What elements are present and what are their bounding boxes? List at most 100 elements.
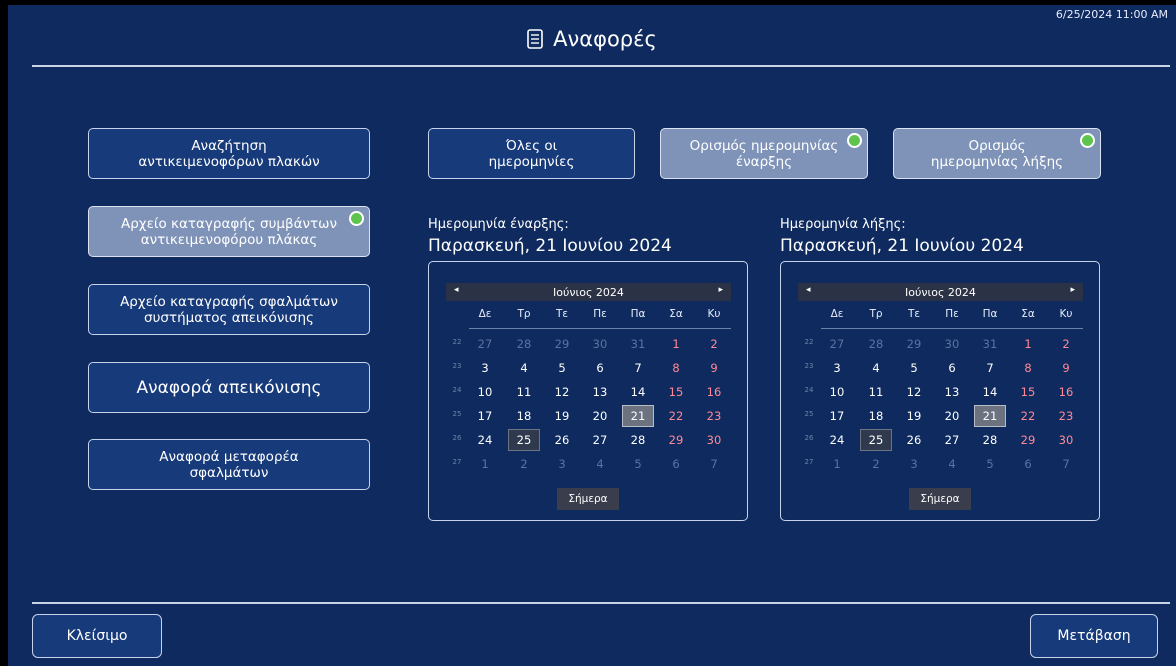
calendar-day[interactable]: 8 xyxy=(1012,357,1044,379)
sidebar-item-slide-search[interactable]: Αναζήτηση αντικειμενοφόρων πλακών xyxy=(88,128,370,179)
calendar-day[interactable]: 27 xyxy=(821,333,853,355)
prev-month-icon[interactable]: ◂ xyxy=(454,285,459,295)
next-month-icon[interactable]: ▸ xyxy=(1070,285,1075,295)
calendar-day[interactable]: 19 xyxy=(898,405,930,427)
calendar-day[interactable]: 12 xyxy=(546,381,578,403)
next-month-icon[interactable]: ▸ xyxy=(718,285,723,295)
calendar-day[interactable]: 8 xyxy=(660,357,692,379)
calendar-day[interactable]: 7 xyxy=(698,453,730,475)
calendar-day[interactable]: 6 xyxy=(936,357,968,379)
calendar-day[interactable]: 7 xyxy=(974,357,1006,379)
calendar-day[interactable]: 25 xyxy=(860,429,892,451)
all-dates-button[interactable]: Όλες οι ημερομηνίες xyxy=(428,128,635,179)
calendar-day[interactable]: 7 xyxy=(622,357,654,379)
calendar-day[interactable]: 1 xyxy=(1012,333,1044,355)
calendar-day[interactable]: 1 xyxy=(821,453,853,475)
calendar-day[interactable]: 26 xyxy=(546,429,578,451)
calendar-day[interactable]: 3 xyxy=(469,357,501,379)
calendar-day[interactable]: 11 xyxy=(860,381,892,403)
calendar-day[interactable]: 29 xyxy=(1012,429,1044,451)
calendar-day[interactable]: 9 xyxy=(698,357,730,379)
today-button[interactable]: Σήμερα xyxy=(909,488,971,510)
calendar-day[interactable]: 18 xyxy=(508,405,540,427)
calendar-day[interactable]: 19 xyxy=(546,405,578,427)
calendar-day[interactable]: 5 xyxy=(898,357,930,379)
calendar-day[interactable]: 16 xyxy=(698,381,730,403)
calendar-day[interactable]: 29 xyxy=(660,429,692,451)
calendar-day[interactable]: 28 xyxy=(974,429,1006,451)
calendar-day[interactable]: 10 xyxy=(469,381,501,403)
calendar-day[interactable]: 3 xyxy=(546,453,578,475)
calendar-day[interactable]: 1 xyxy=(660,333,692,355)
calendar-day[interactable]: 17 xyxy=(469,405,501,427)
calendar-day[interactable]: 28 xyxy=(860,333,892,355)
calendar-day[interactable]: 6 xyxy=(1012,453,1044,475)
calendar-day[interactable]: 31 xyxy=(622,333,654,355)
sidebar-item-imaging-error-log[interactable]: Αρχείο καταγραφής σφαλμάτων συστήματος α… xyxy=(88,284,370,335)
calendar-day[interactable]: 27 xyxy=(936,429,968,451)
calendar-day[interactable]: 15 xyxy=(660,381,692,403)
calendar-day[interactable]: 21 xyxy=(622,405,654,427)
calendar-day[interactable]: 1 xyxy=(469,453,501,475)
calendar-day[interactable]: 2 xyxy=(1050,333,1082,355)
prev-month-icon[interactable]: ◂ xyxy=(806,285,811,295)
today-button[interactable]: Σήμερα xyxy=(557,488,619,510)
calendar-day[interactable]: 5 xyxy=(974,453,1006,475)
calendar-day[interactable]: 7 xyxy=(1050,453,1082,475)
calendar-day[interactable]: 27 xyxy=(469,333,501,355)
calendar-day[interactable]: 13 xyxy=(584,381,616,403)
calendar-day[interactable]: 15 xyxy=(1012,381,1044,403)
calendar-day[interactable]: 5 xyxy=(546,357,578,379)
calendar-day[interactable]: 4 xyxy=(584,453,616,475)
calendar-day[interactable]: 12 xyxy=(898,381,930,403)
set-start-date-button[interactable]: Ορισμός ημερομηνίας έναρξης xyxy=(660,128,868,179)
calendar-day[interactable]: 4 xyxy=(508,357,540,379)
calendar-day[interactable]: 25 xyxy=(508,429,540,451)
calendar-day[interactable]: 5 xyxy=(622,453,654,475)
calendar-day[interactable]: 14 xyxy=(974,381,1006,403)
calendar-day[interactable]: 3 xyxy=(821,357,853,379)
calendar-day[interactable]: 29 xyxy=(898,333,930,355)
calendar-day[interactable]: 21 xyxy=(974,405,1006,427)
calendar-day[interactable]: 14 xyxy=(622,381,654,403)
calendar-day[interactable]: 18 xyxy=(860,405,892,427)
calendar-day[interactable]: 27 xyxy=(584,429,616,451)
calendar-day[interactable]: 23 xyxy=(698,405,730,427)
calendar-day[interactable]: 3 xyxy=(898,453,930,475)
calendar-day[interactable]: 30 xyxy=(584,333,616,355)
close-button[interactable]: Κλείσιμο xyxy=(32,614,162,658)
calendar-day[interactable]: 17 xyxy=(821,405,853,427)
calendar-day[interactable]: 10 xyxy=(821,381,853,403)
calendar-day[interactable]: 28 xyxy=(508,333,540,355)
calendar-day[interactable]: 2 xyxy=(698,333,730,355)
set-end-date-button[interactable]: Ορισμός ημερομηνίας λήξης xyxy=(893,128,1101,179)
sidebar-item-imaging-report[interactable]: Αναφορά απεικόνισης xyxy=(88,362,370,413)
sidebar-item-conveyor-error-report[interactable]: Αναφορά μεταφορέα σφαλμάτων xyxy=(88,439,370,490)
calendar-day[interactable]: 31 xyxy=(974,333,1006,355)
calendar-day[interactable]: 29 xyxy=(546,333,578,355)
calendar-day[interactable]: 28 xyxy=(622,429,654,451)
calendar-day[interactable]: 30 xyxy=(698,429,730,451)
calendar-day[interactable]: 22 xyxy=(660,405,692,427)
calendar-day[interactable]: 24 xyxy=(469,429,501,451)
calendar-day[interactable]: 6 xyxy=(584,357,616,379)
calendar-day[interactable]: 6 xyxy=(660,453,692,475)
calendar-day[interactable]: 11 xyxy=(508,381,540,403)
go-button[interactable]: Μετάβαση xyxy=(1030,614,1158,658)
calendar-day[interactable]: 23 xyxy=(1050,405,1082,427)
calendar-day[interactable]: 9 xyxy=(1050,357,1082,379)
calendar-day[interactable]: 30 xyxy=(1050,429,1082,451)
calendar-day[interactable]: 2 xyxy=(508,453,540,475)
calendar-day[interactable]: 24 xyxy=(821,429,853,451)
calendar-day[interactable]: 16 xyxy=(1050,381,1082,403)
calendar-day[interactable]: 20 xyxy=(936,405,968,427)
calendar-day[interactable]: 30 xyxy=(936,333,968,355)
calendar-day[interactable]: 4 xyxy=(936,453,968,475)
calendar-day[interactable]: 22 xyxy=(1012,405,1044,427)
calendar-day[interactable]: 20 xyxy=(584,405,616,427)
calendar-day[interactable]: 2 xyxy=(860,453,892,475)
calendar-day[interactable]: 13 xyxy=(936,381,968,403)
calendar-day[interactable]: 26 xyxy=(898,429,930,451)
sidebar-item-slide-event-log[interactable]: Αρχείο καταγραφής συμβάντων αντικειμενοφ… xyxy=(88,206,370,257)
calendar-day[interactable]: 4 xyxy=(860,357,892,379)
